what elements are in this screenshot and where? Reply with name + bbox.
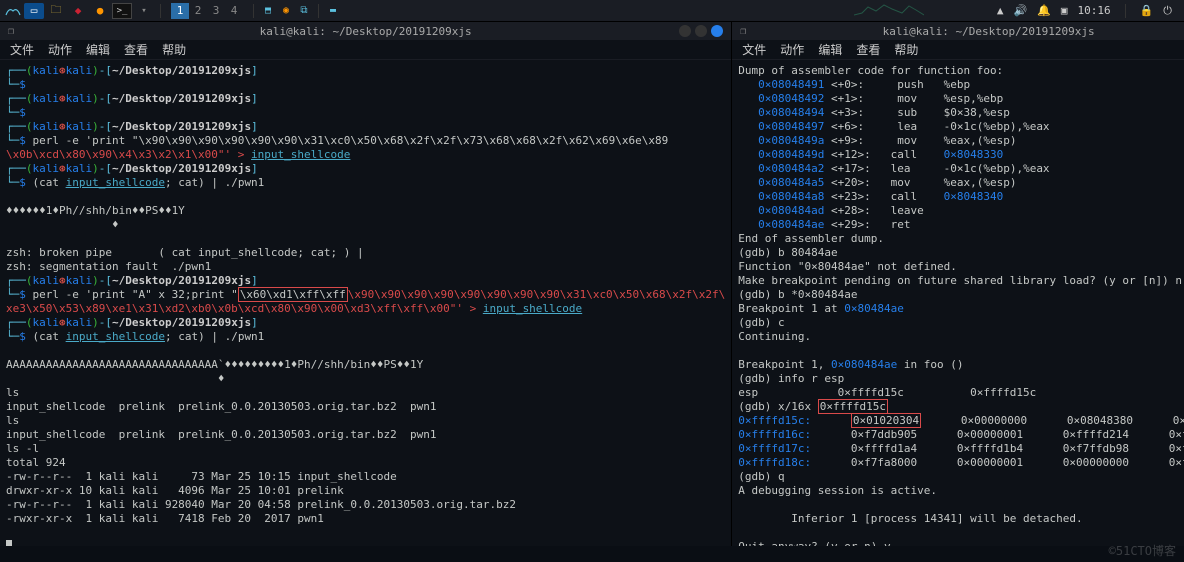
bell-icon[interactable]: 🔔 xyxy=(1037,4,1051,17)
cpu-graph xyxy=(854,1,924,17)
menu-help[interactable]: 帮助 xyxy=(162,41,186,58)
menu-actions[interactable]: 动作 xyxy=(780,41,804,58)
unmaximize-icon[interactable]: ❐ xyxy=(740,26,746,37)
power-icon[interactable]: ⏻ xyxy=(1163,4,1172,18)
dragon-logo-icon[interactable] xyxy=(4,4,22,18)
firefox-icon[interactable]: ● xyxy=(90,3,110,19)
lock-icon[interactable]: 🔒 xyxy=(1140,4,1154,17)
menu-view[interactable]: 查看 xyxy=(856,41,880,58)
minimize-button[interactable] xyxy=(679,25,691,37)
unmaximize-icon[interactable]: ❐ xyxy=(8,26,14,37)
chevron-down-icon[interactable]: ▾ xyxy=(134,3,154,19)
running-firefox-icon[interactable]: ◉ xyxy=(278,4,294,18)
workspace-4[interactable]: 4 xyxy=(225,3,243,19)
terminal-icon[interactable]: >_ xyxy=(112,3,132,19)
window-title: kali@kali: ~/Desktop/20191209xjs xyxy=(260,25,472,38)
menu-edit[interactable]: 编辑 xyxy=(86,41,110,58)
titlebar-right[interactable]: ❐ kali@kali: ~/Desktop/20191209xjs xyxy=(732,22,1184,40)
pdf-icon[interactable]: ◆ xyxy=(68,3,88,19)
clock[interactable]: 10:16 xyxy=(1077,4,1110,17)
folder-icon[interactable]: 🗀 xyxy=(46,3,66,19)
taskbar: ▭ 🗀 ◆ ● >_ ▾ 1 2 3 4 ⬒ ◉ ⧉ ▬ ▲ 🔊 🔔 ▣ 10:… xyxy=(0,0,1184,22)
running-folder-icon[interactable]: ▬ xyxy=(325,4,341,18)
titlebar-left[interactable]: ❐ kali@kali: ~/Desktop/20191209xjs xyxy=(0,22,731,40)
window-title: kali@kali: ~/Desktop/20191209xjs xyxy=(883,25,1095,38)
menu-file[interactable]: 文件 xyxy=(742,41,766,58)
terminal-window-right: ❐ kali@kali: ~/Desktop/20191209xjs 文件 动作… xyxy=(732,22,1184,546)
recorder-icon[interactable]: ⬒ xyxy=(260,4,276,18)
terminal-body-left[interactable]: ┌──(kali⊛kali)-[~/Desktop/20191209xjs] └… xyxy=(0,60,731,546)
menubar-left: 文件 动作 编辑 查看 帮助 xyxy=(0,40,731,60)
maximize-button[interactable] xyxy=(695,25,707,37)
terminal-body-right[interactable]: Dump of assembler code for function foo:… xyxy=(732,60,1184,546)
workspace-switcher[interactable]: 1 2 3 4 xyxy=(171,3,243,19)
watermark: ©51CTO博客 xyxy=(1109,542,1176,559)
menubar-right: 文件 动作 编辑 查看 帮助 xyxy=(732,40,1184,60)
workspace-1[interactable]: 1 xyxy=(171,3,189,19)
menu-actions[interactable]: 动作 xyxy=(48,41,72,58)
volume-up-icon[interactable]: ▲ xyxy=(997,4,1004,17)
menu-edit[interactable]: 编辑 xyxy=(818,41,842,58)
menu-view[interactable]: 查看 xyxy=(124,41,148,58)
workspace-3[interactable]: 3 xyxy=(207,3,225,19)
terminal-window-left: ❐ kali@kali: ~/Desktop/20191209xjs 文件 动作… xyxy=(0,22,732,546)
menu-help[interactable]: 帮助 xyxy=(894,41,918,58)
workspace-2[interactable]: 2 xyxy=(189,3,207,19)
battery-icon[interactable]: ▣ xyxy=(1061,4,1068,17)
menu-file[interactable]: 文件 xyxy=(10,41,34,58)
running-app-icon[interactable]: ⧉ xyxy=(296,4,312,18)
speaker-icon[interactable]: 🔊 xyxy=(1013,4,1027,17)
close-button[interactable] xyxy=(711,25,723,37)
files-icon[interactable]: ▭ xyxy=(24,3,44,19)
